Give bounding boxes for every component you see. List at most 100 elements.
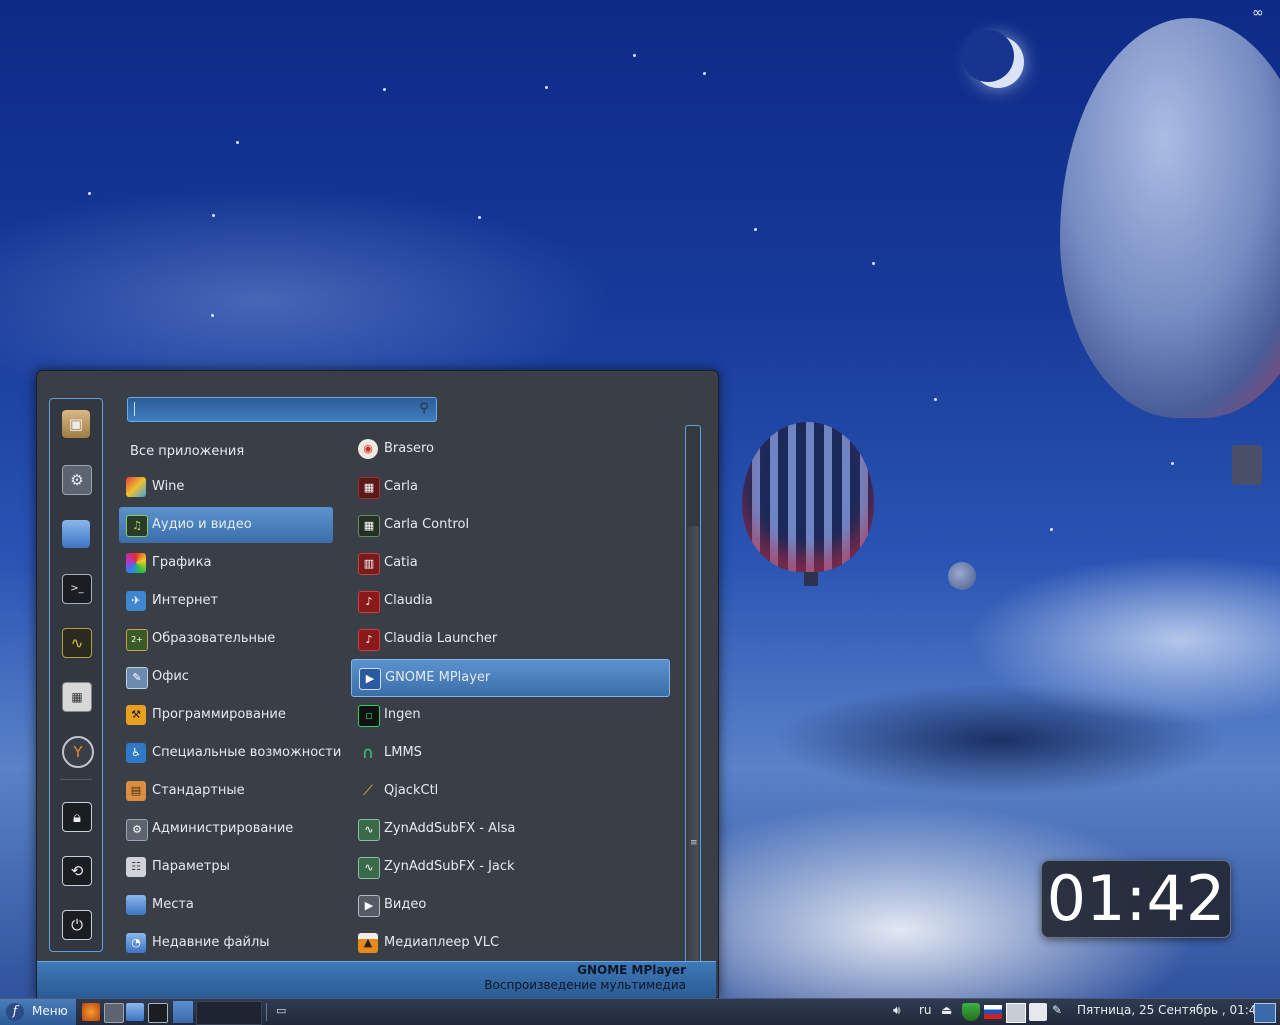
hot-air-balloon [1060, 18, 1280, 418]
category-graphics[interactable]: Графика [119, 545, 333, 581]
category-administration[interactable]: ⚙ Администрирование [119, 811, 333, 847]
show-desktop-icon[interactable]: ▭ [276, 1004, 292, 1018]
folder-icon[interactable] [62, 520, 90, 548]
category-all-applications[interactable]: Все приложения [119, 434, 333, 470]
programming-icon: ⚒ [126, 705, 146, 725]
app-label: Claudia [384, 593, 433, 608]
app-label: ZynAddSubFX - Alsa [384, 821, 516, 836]
keyboard-layout[interactable]: ru [919, 1003, 932, 1021]
system-settings-icon[interactable]: ⚙ [62, 465, 92, 495]
places-icon [126, 895, 146, 915]
app-label: Carla Control [384, 517, 470, 532]
app-claudia[interactable]: ♪ Claudia [351, 583, 668, 619]
hot-corner-icon[interactable]: ∞ [1252, 5, 1274, 21]
app-label: Ingen [384, 707, 421, 722]
workspace-switcher[interactable] [196, 1001, 262, 1025]
category-label: Аудио и видео [152, 517, 252, 532]
category-programming[interactable]: ⚒ Программирование [119, 697, 333, 733]
wallpaper-star [754, 228, 757, 231]
favorites-panel: ▣ ⚙ >_ ∿ ▦ Y 🔒︎ ⟲ ⏻ [49, 398, 103, 952]
wallpaper-star [383, 88, 386, 91]
app-label: Медиаплеер VLC [384, 935, 500, 950]
russian-flag-icon[interactable] [984, 1005, 1002, 1019]
zynaddsubfx-icon: ∿ [358, 857, 380, 879]
show-desktop-button[interactable] [1254, 1003, 1276, 1023]
category-accessories[interactable]: ▤ Стандартные [119, 773, 333, 809]
removable-drives-icon[interactable]: ⏏ [941, 1003, 952, 1021]
file-manager-icon[interactable] [126, 1003, 144, 1021]
app-label: Catia [384, 555, 418, 570]
category-label: Интернет [152, 593, 219, 608]
brasero-icon: ◉ [358, 439, 378, 459]
app-zynaddsubfx-jack[interactable]: ∿ ZynAddSubFX - Jack [351, 849, 668, 885]
power-icon[interactable]: ⏻ [62, 910, 92, 940]
scrollbar-thumb[interactable]: ≡ [687, 526, 699, 962]
graphics-icon [126, 553, 146, 573]
volume-icon[interactable]: 🔊︎ [893, 1003, 901, 1021]
app-catia[interactable]: ▥ Catia [351, 545, 668, 581]
wallpaper-star [236, 141, 239, 144]
system-settings-icon[interactable] [104, 1003, 124, 1023]
app-qjackctl[interactable]: ⟋ QjackCtl [351, 773, 668, 809]
pen-tool-icon[interactable]: ✎ [1052, 1003, 1062, 1021]
moon [962, 30, 1024, 88]
internet-icon: ✈ [126, 591, 146, 611]
datetime[interactable]: Пятница, 25 Сентябрь , 01:42 [1077, 1003, 1264, 1021]
category-internet[interactable]: ✈ Интернет [119, 583, 333, 619]
package-installer-icon[interactable]: ▣ [62, 410, 90, 438]
category-preferences[interactable]: ☷ Параметры [119, 849, 333, 885]
catia-icon: ▥ [358, 553, 380, 575]
zynaddsubfx-icon: ∿ [358, 819, 380, 841]
text-caret [134, 402, 135, 416]
ingen-icon: ▫ [358, 705, 380, 727]
app-launcher-icon[interactable]: Y [62, 736, 94, 768]
description-subtitle: Воспроизведение мультимедиа [484, 978, 686, 992]
category-audio-video[interactable]: ♫ Аудио и видео [119, 507, 333, 543]
app-carla-control[interactable]: ▦ Carla Control [351, 507, 668, 543]
wine-icon [126, 477, 146, 497]
app-zynaddsubfx-alsa[interactable]: ∿ ZynAddSubFX - Alsa [351, 811, 668, 847]
app-label: QjackCtl [384, 783, 439, 798]
app-video[interactable]: ▶ Видео [351, 887, 668, 923]
app-lmms[interactable]: ∩ LMMS [351, 735, 668, 771]
network-manager-icon[interactable] [1006, 1003, 1026, 1023]
category-education[interactable]: 2+ Образовательные [119, 621, 333, 657]
app-label: Brasero [384, 441, 435, 456]
application-menu: ▣ ⚙ >_ ∿ ▦ Y 🔒︎ ⟲ ⏻ ⚲ Все приложения Win… [36, 370, 719, 998]
app-ingen[interactable]: ▫ Ingen [351, 697, 668, 733]
app-brasero[interactable]: ◉ Brasero [351, 431, 668, 467]
category-office[interactable]: ✎ Офис [119, 659, 333, 695]
logout-icon[interactable]: ⟲ [62, 856, 92, 886]
category-wine[interactable]: Wine [119, 469, 333, 505]
wallpaper-star [633, 54, 636, 57]
category-places[interactable]: Места [119, 887, 333, 923]
app-claudia-launcher[interactable]: ♪ Claudia Launcher [351, 621, 668, 657]
category-label: Недавние файлы [152, 935, 270, 950]
clipboard-icon[interactable] [1029, 1003, 1047, 1021]
search-input[interactable]: ⚲ [127, 397, 437, 422]
app-carla[interactable]: ▦ Carla [351, 469, 668, 505]
app-vlc[interactable]: ▲ Медиаплеер VLC [351, 925, 668, 961]
app-gnome-mplayer[interactable]: ▶ GNOME MPlayer [351, 659, 670, 697]
category-accessibility[interactable]: ♿︎ Специальные возможности [119, 735, 341, 771]
calculator-icon[interactable]: ▦ [62, 682, 92, 712]
category-label: Параметры [152, 859, 230, 874]
terminal-icon[interactable]: >_ [62, 574, 92, 604]
workspace-switcher-active[interactable] [173, 1001, 193, 1023]
administration-icon: ⚙ [126, 819, 148, 841]
security-shield-icon[interactable] [962, 1003, 980, 1021]
terminal-icon[interactable] [148, 1003, 168, 1023]
category-recent-files[interactable]: ◔ Недавние файлы [119, 925, 333, 961]
menu-button[interactable]: f Меню [0, 999, 76, 1025]
menu-button-label: Меню [32, 1004, 68, 1018]
preferences-icon: ☷ [126, 857, 146, 877]
office-icon: ✎ [126, 667, 148, 689]
hot-air-balloon [742, 422, 874, 572]
wallpaper-star [1050, 528, 1053, 531]
clock-desklet: 01:42 [1041, 860, 1231, 938]
firefox-icon[interactable] [82, 1003, 100, 1021]
category-label: Стандартные [152, 783, 245, 798]
lock-screen-icon[interactable]: 🔒︎ [62, 802, 92, 832]
app-list-scrollbar[interactable]: ≡ [685, 425, 701, 965]
system-monitor-icon[interactable]: ∿ [62, 628, 92, 658]
